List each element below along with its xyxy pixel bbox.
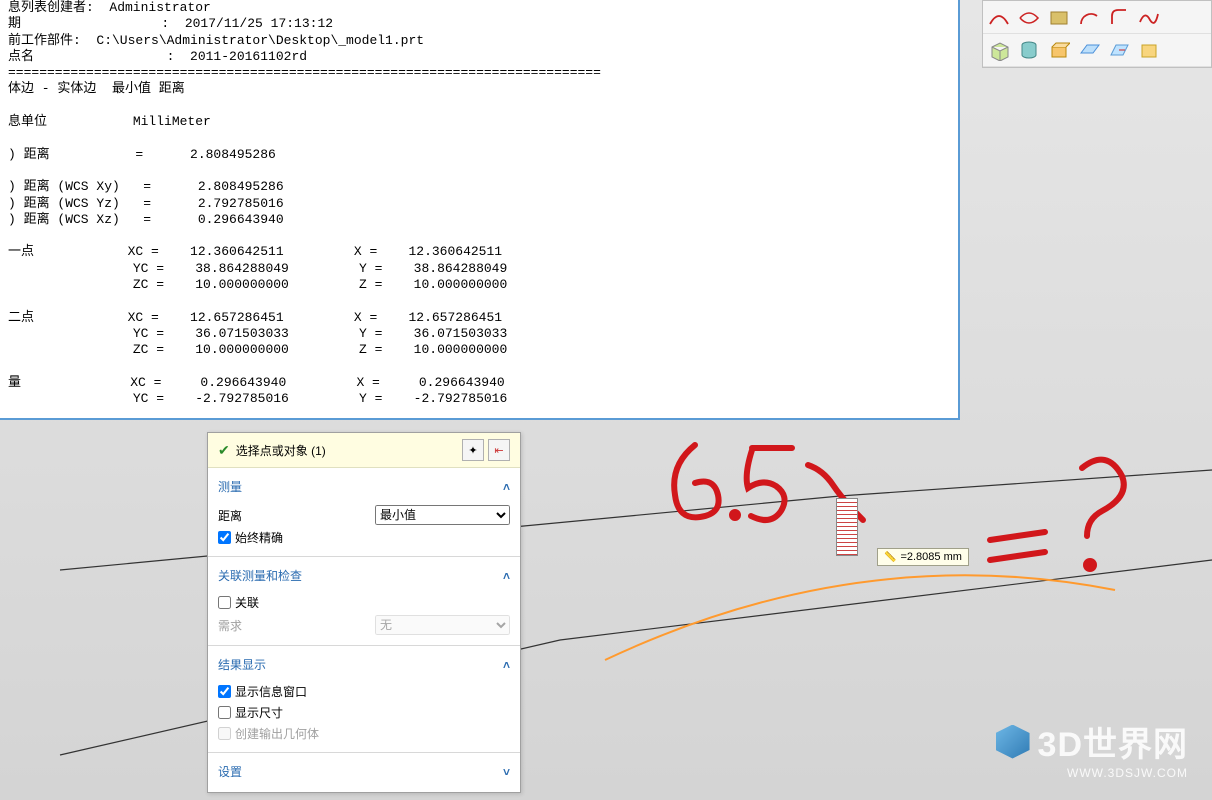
caret-up-icon: ˄ bbox=[503, 569, 510, 583]
sheet2-tool-icon[interactable] bbox=[1107, 38, 1131, 62]
create-geom-checkbox: 创建输出几何体 bbox=[218, 725, 319, 742]
distance-label: 距离 bbox=[218, 507, 375, 524]
caret-up-icon: ˄ bbox=[503, 480, 510, 494]
distance-mode-select[interactable]: 最小值 bbox=[375, 505, 510, 525]
cylinder-tool-icon[interactable] bbox=[1017, 38, 1041, 62]
arc-tool-icon[interactable] bbox=[1077, 5, 1101, 29]
section-measure-header[interactable]: 测量 ˄ bbox=[218, 474, 510, 501]
caret-up-icon: ˄ bbox=[503, 658, 510, 672]
curve-tool-1-icon[interactable] bbox=[987, 5, 1011, 29]
section-result-header[interactable]: 结果显示 ˄ bbox=[218, 652, 510, 679]
dimension-value: =2.8085 mm bbox=[900, 551, 961, 563]
selection-label: 选择点或对象 (1) bbox=[236, 442, 458, 459]
info-window: 息列表创建者: Administrator 期 : 2017/11/25 17:… bbox=[0, 0, 960, 420]
box-tool-icon[interactable] bbox=[987, 38, 1011, 62]
measure-dialog: ✔ 选择点或对象 (1) ✦ ⇤ 测量 ˄ 距离 最小值 始终精确 关联测量和检… bbox=[207, 432, 521, 793]
caret-down-icon: ˅ bbox=[503, 765, 510, 779]
info-text: 息列表创建者: Administrator 期 : 2017/11/25 17:… bbox=[0, 0, 958, 407]
section-settings-header[interactable]: 设置 ˅ bbox=[218, 759, 510, 786]
fillet-tool-icon[interactable] bbox=[1107, 5, 1131, 29]
section-assoc-header[interactable]: 关联测量和检查 ˄ bbox=[218, 563, 510, 590]
req-label: 需求 bbox=[218, 617, 375, 634]
show-dim-checkbox[interactable]: 显示尺寸 bbox=[218, 704, 283, 721]
ribbon-toolbar bbox=[982, 0, 1212, 68]
sheet-tool-icon[interactable] bbox=[1047, 5, 1071, 29]
spline-tool-icon[interactable] bbox=[1137, 5, 1161, 29]
plane-tool-icon[interactable] bbox=[1077, 38, 1101, 62]
check-icon: ✔ bbox=[218, 442, 230, 459]
show-info-checkbox[interactable]: 显示信息窗口 bbox=[218, 683, 307, 700]
req-select: 无 bbox=[375, 615, 510, 635]
add-point-button[interactable]: ✦ bbox=[462, 439, 484, 461]
selection-row[interactable]: ✔ 选择点或对象 (1) ✦ ⇤ bbox=[208, 433, 520, 468]
assoc-checkbox[interactable]: 关联 bbox=[218, 594, 259, 611]
extrude-tool-icon[interactable] bbox=[1047, 38, 1071, 62]
always-exact-checkbox[interactable]: 始终精确 bbox=[218, 529, 283, 546]
watermark-logo: 3D世界网 WWW.3DSJW.COM bbox=[996, 717, 1188, 780]
dimension-ruler bbox=[836, 498, 858, 556]
curve-tool-2-icon[interactable] bbox=[1017, 5, 1041, 29]
dimension-readout[interactable]: 📏 =2.8085 mm bbox=[877, 548, 969, 566]
dimension-icon: 📏 bbox=[884, 552, 896, 563]
box2-tool-icon[interactable] bbox=[1137, 38, 1161, 62]
remove-point-button[interactable]: ⇤ bbox=[488, 439, 510, 461]
